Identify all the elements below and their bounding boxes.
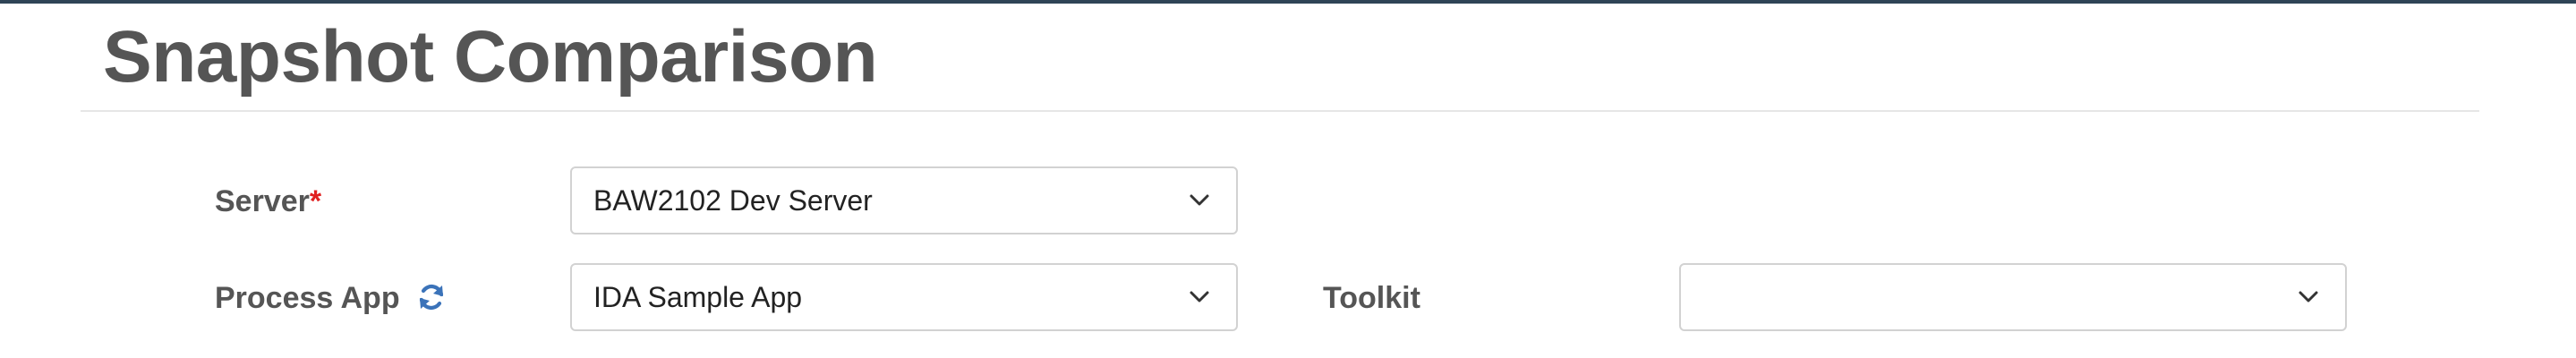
server-select-value: BAW2102 Dev Server [593, 184, 873, 217]
required-indicator: * [309, 184, 322, 218]
process-app-select-value: IDA Sample App [593, 281, 803, 313]
top-accent-bar [0, 0, 2576, 4]
server-label: Server* [215, 183, 321, 219]
server-label-text: Server [215, 184, 310, 218]
toolkit-select[interactable] [1679, 263, 2347, 331]
process-app-label: Process App [215, 280, 448, 316]
refresh-icon[interactable] [415, 281, 448, 313]
title-divider [81, 110, 2479, 112]
chevron-down-icon [1190, 291, 1209, 303]
chevron-down-icon [2299, 291, 2318, 303]
toolkit-label: Toolkit [1323, 280, 1420, 316]
toolkit-label-text: Toolkit [1323, 281, 1420, 315]
page-title: Snapshot Comparison [103, 16, 878, 98]
process-app-select[interactable]: IDA Sample App [570, 263, 1238, 331]
chevron-down-icon [1190, 194, 1209, 206]
process-app-label-text: Process App [215, 281, 400, 315]
server-select[interactable]: BAW2102 Dev Server [570, 166, 1238, 234]
